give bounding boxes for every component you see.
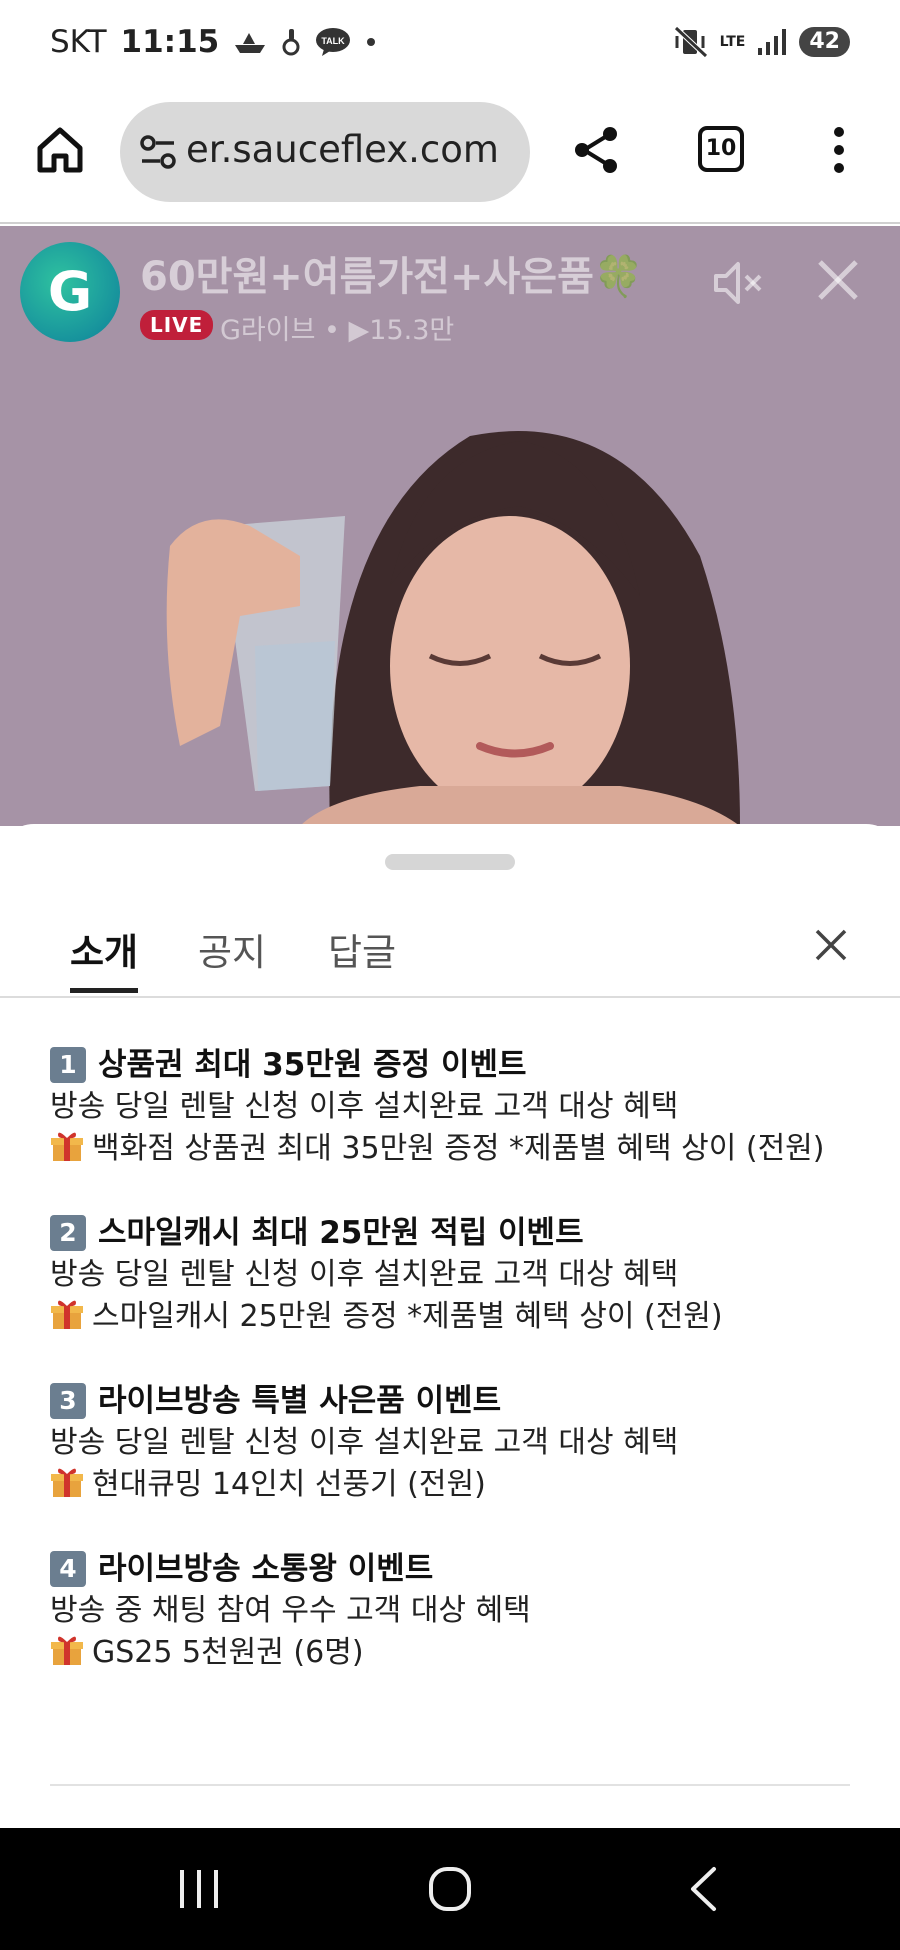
- browser-toolbar: er.sauceflex.com 10: [0, 84, 900, 224]
- number-keycap-icon: 4: [50, 1551, 86, 1587]
- tab-replies[interactable]: 답글: [328, 922, 396, 976]
- number-keycap-icon: 1: [50, 1047, 86, 1083]
- event-benefit: 현대큐밍 14인치 선풍기 (전원): [50, 1464, 860, 1506]
- talk-icon: TALK: [316, 28, 351, 56]
- event-condition: 방송 당일 렌탈 신청 이후 설치완료 고객 대상 혜택: [50, 1257, 679, 1292]
- clock: 11:15: [120, 24, 220, 60]
- sheet-close-icon[interactable]: [814, 928, 848, 962]
- address-bar[interactable]: er.sauceflex.com: [120, 102, 530, 202]
- event-title-text: 상품권 최대 35만원 증정 이벤트: [98, 1047, 527, 1083]
- event-benefit-text: 백화점 상품권 최대 35만원 증정 *제품별 혜택 상이 (전원): [92, 1131, 825, 1166]
- event-benefit-text: GS25 5천원권 (6명): [92, 1635, 364, 1670]
- event-title-text: 라이브방송 특별 사은품 이벤트: [98, 1383, 502, 1419]
- event-benefit: 백화점 상품권 최대 35만원 증정 *제품별 혜택 상이 (전원): [50, 1128, 860, 1170]
- live-meta: G라이브 • ▶15.3만: [220, 315, 455, 346]
- live-badge: LIVE: [140, 310, 214, 340]
- sheet-tabs: 소개 공지 답글: [0, 922, 900, 998]
- more-menu-icon[interactable]: [824, 124, 854, 176]
- status-right: LTE 42: [673, 26, 850, 58]
- live-title: 60만원+여름가전+사은품🍀: [140, 254, 644, 300]
- mute-icon[interactable]: [712, 260, 766, 306]
- tab-intro[interactable]: 소개: [70, 922, 138, 976]
- gift-icon: [51, 1636, 83, 1665]
- event-title-text: 스마일캐시 최대 25만원 적립 이벤트: [98, 1215, 584, 1251]
- gift-icon: [51, 1468, 83, 1497]
- home-icon[interactable]: [34, 124, 86, 176]
- tab-notice[interactable]: 공지: [198, 922, 266, 976]
- site-settings-icon[interactable]: [138, 132, 178, 172]
- battery-indicator: 42: [799, 27, 850, 57]
- boat-icon: [235, 33, 266, 53]
- event-item: 1 상품권 최대 35만원 증정 이벤트 방송 당일 렌탈 신청 이후 설치완료…: [50, 1044, 860, 1170]
- dot-icon: [367, 38, 376, 46]
- video-close-icon[interactable]: [814, 256, 862, 304]
- channel-logo[interactable]: G: [20, 242, 120, 342]
- event-list: 1 상품권 최대 35만원 증정 이벤트 방송 당일 렌탈 신청 이후 설치완료…: [50, 1044, 860, 1716]
- tabs-divider: [0, 996, 900, 998]
- back-icon[interactable]: [688, 1866, 718, 1912]
- recent-apps-icon[interactable]: [176, 1868, 222, 1910]
- event-item: 3 라이브방송 특별 사은품 이벤트 방송 당일 렌탈 신청 이후 설치완료 고…: [50, 1380, 860, 1506]
- home-nav-icon[interactable]: [428, 1866, 472, 1912]
- status-left: SKT 11:15 TALK: [50, 24, 377, 60]
- vibrate-mute-icon: [673, 26, 708, 58]
- content-divider: [50, 1784, 850, 1786]
- hand-icon: [282, 29, 300, 56]
- event-title-text: 라이브방송 소통왕 이벤트: [98, 1551, 434, 1587]
- talk-icon-label: TALK: [322, 36, 346, 46]
- event-condition: 방송 당일 렌탈 신청 이후 설치완료 고객 대상 혜택: [50, 1425, 679, 1460]
- lte-label: LTE: [719, 34, 746, 50]
- event-item: 2 스마일캐시 최대 25만원 적립 이벤트 방송 당일 렌탈 신청 이후 설치…: [50, 1212, 860, 1338]
- event-benefit-text: 현대큐밍 14인치 선풍기 (전원): [92, 1467, 486, 1502]
- gift-icon: [51, 1132, 83, 1161]
- event-title: 4 라이브방송 소통왕 이벤트: [50, 1548, 860, 1590]
- url-text[interactable]: er.sauceflex.com: [186, 128, 499, 171]
- event-condition: 방송 당일 렌탈 신청 이후 설치완료 고객 대상 혜택: [50, 1089, 679, 1124]
- event-title: 3 라이브방송 특별 사은품 이벤트: [50, 1380, 860, 1422]
- event-title: 2 스마일캐시 최대 25만원 적립 이벤트: [50, 1212, 860, 1254]
- sheet-drag-handle[interactable]: [385, 854, 515, 870]
- event-benefit: 스마일캐시 25만원 증정 *제품별 혜택 상이 (전원): [50, 1296, 860, 1338]
- system-navigation-bar: [0, 1828, 900, 1950]
- number-keycap-icon: 2: [50, 1215, 86, 1251]
- number-keycap-icon: 3: [50, 1383, 86, 1419]
- live-video-player[interactable]: G 60만원+여름가전+사은품🍀 LIVE G라이브 • ▶15.3만: [0, 226, 900, 826]
- info-bottom-sheet: 소개 공지 답글 1 상품권 최대 35만원 증정 이벤트 방송 당일 렌탈 신…: [0, 824, 900, 1828]
- carrier-label: SKT: [50, 24, 107, 60]
- event-benefit-text: 스마일캐시 25만원 증정 *제품별 혜택 상이 (전원): [92, 1299, 723, 1334]
- signal-icon: [758, 29, 787, 55]
- event-benefit: GS25 5천원권 (6명): [50, 1632, 860, 1674]
- gift-icon: [51, 1300, 83, 1329]
- event-item: 4 라이브방송 소통왕 이벤트 방송 중 채팅 참여 우수 고객 대상 혜택 G…: [50, 1548, 860, 1674]
- share-icon[interactable]: [570, 124, 622, 176]
- event-condition: 방송 중 채팅 참여 우수 고객 대상 혜택: [50, 1593, 531, 1628]
- event-title: 1 상품권 최대 35만원 증정 이벤트: [50, 1044, 860, 1086]
- active-tab-indicator: [70, 988, 138, 993]
- status-bar: SKT 11:15 TALK LTE 42: [0, 0, 900, 84]
- tab-switcher-button[interactable]: 10: [698, 126, 744, 172]
